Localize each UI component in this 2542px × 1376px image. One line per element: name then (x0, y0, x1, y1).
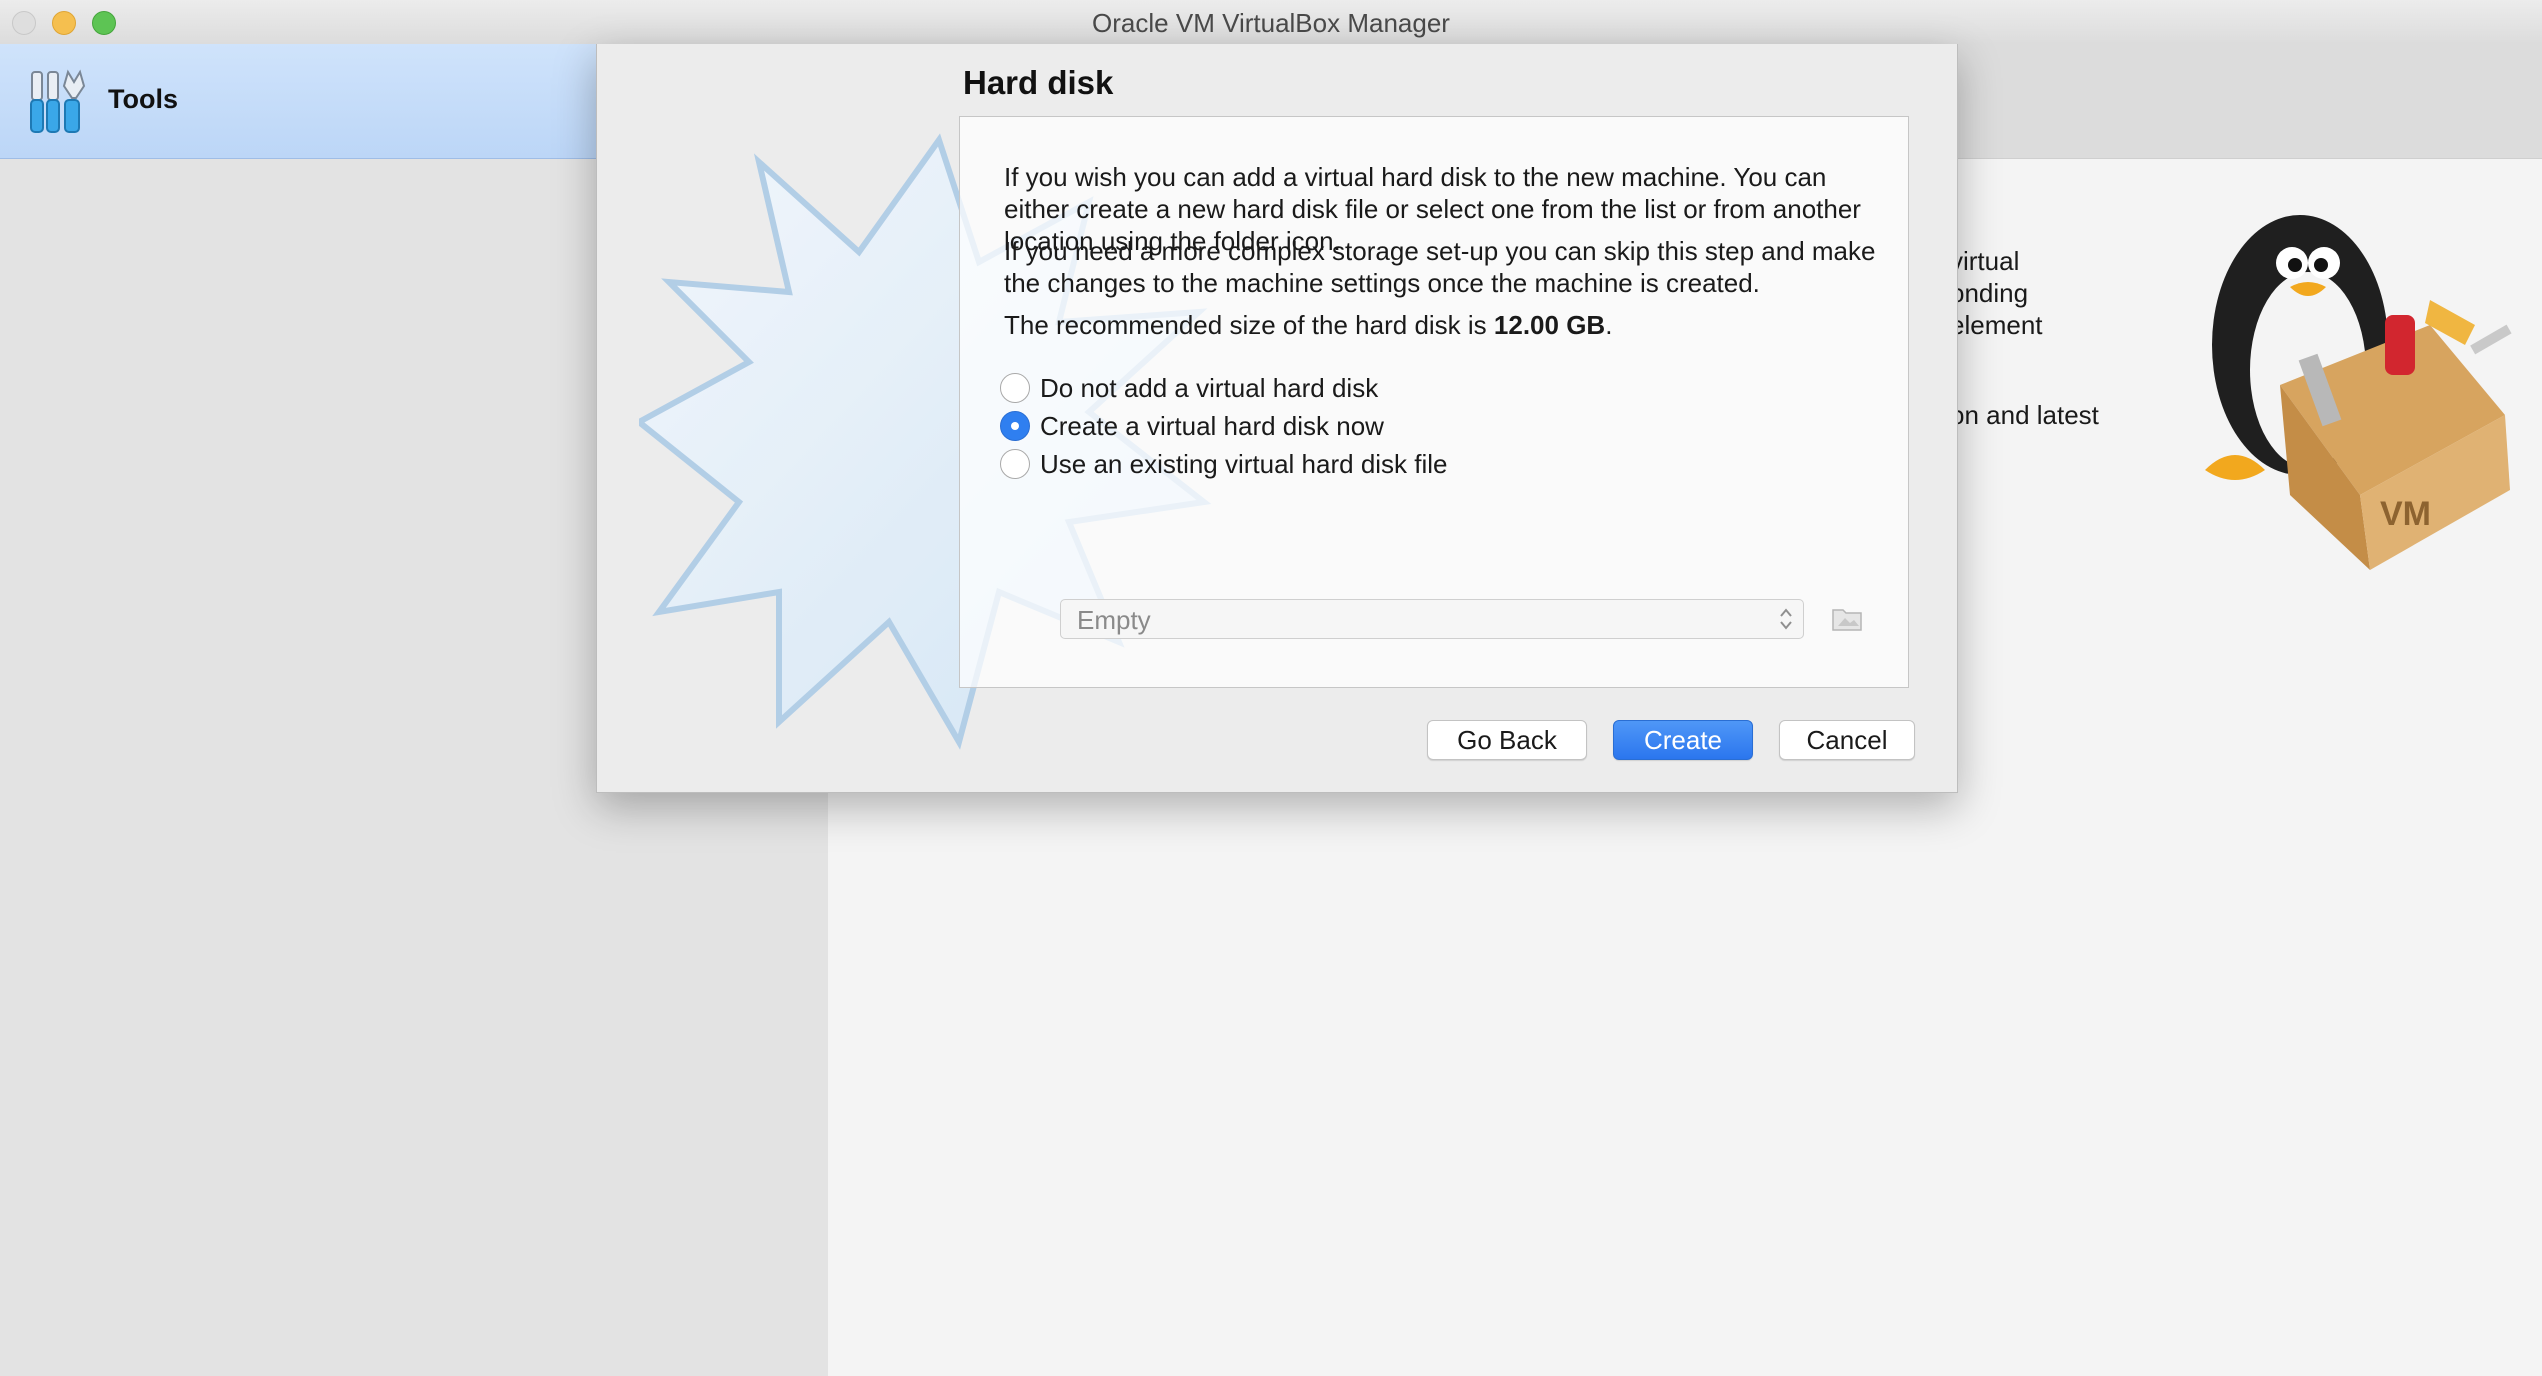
create-vm-dialog: Hard disk If you wish you can add a virt… (596, 44, 1958, 793)
radio-create-disk[interactable] (1000, 411, 1030, 441)
existing-disk-select-value: Empty (1077, 605, 1151, 635)
svg-text:VM: VM (2380, 495, 2431, 533)
welcome-text-line: on and latest (1950, 400, 2099, 430)
option-create-disk-label: Create a virtual hard disk now (1040, 410, 1384, 441)
cancel-button[interactable]: Cancel (1779, 720, 1915, 760)
recommended-size-text: The recommended size of the hard disk is… (1004, 309, 1884, 341)
tools-icon (30, 69, 86, 133)
recommended-size-suffix: . (1605, 310, 1613, 340)
recommended-size-prefix: The recommended size of the hard disk is (1004, 310, 1494, 340)
create-button[interactable]: Create (1613, 720, 1753, 760)
existing-disk-select[interactable]: Empty (1060, 599, 1804, 639)
welcome-text-line: element (1950, 310, 2043, 340)
window-title: Oracle VM VirtualBox Manager (1092, 8, 1450, 38)
penguin-toolbox-icon: VM (2205, 215, 2512, 570)
option-existing-disk-label: Use an existing virtual hard disk file (1040, 448, 1448, 479)
radio-no-disk[interactable] (1000, 373, 1030, 403)
tools-label: Tools (108, 84, 178, 114)
hard-disk-panel: If you wish you can add a virtual hard d… (959, 116, 1909, 688)
up-down-arrows-icon (1780, 608, 1792, 630)
folder-icon[interactable] (1830, 601, 1864, 635)
option-create-disk[interactable]: Create a virtual hard disk now (1000, 409, 1384, 443)
option-no-disk[interactable]: Do not add a virtual hard disk (1000, 371, 1378, 405)
welcome-text-line: virtual (1950, 246, 2020, 276)
storage-note-paragraph: If you need a more complex storage set-u… (1004, 236, 1876, 298)
title-bar: Oracle VM VirtualBox Manager (0, 0, 2542, 45)
option-no-disk-label: Do not add a virtual hard disk (1040, 372, 1379, 403)
go-back-button[interactable]: Go Back (1427, 720, 1587, 760)
recommended-size-value: 12.00 GB (1493, 310, 1606, 340)
welcome-text-line: onding (1950, 278, 2029, 308)
radio-existing-disk[interactable] (1000, 449, 1030, 479)
option-existing-disk[interactable]: Use an existing virtual hard disk file (1000, 447, 1448, 481)
dialog-title: Hard disk (963, 64, 1114, 101)
